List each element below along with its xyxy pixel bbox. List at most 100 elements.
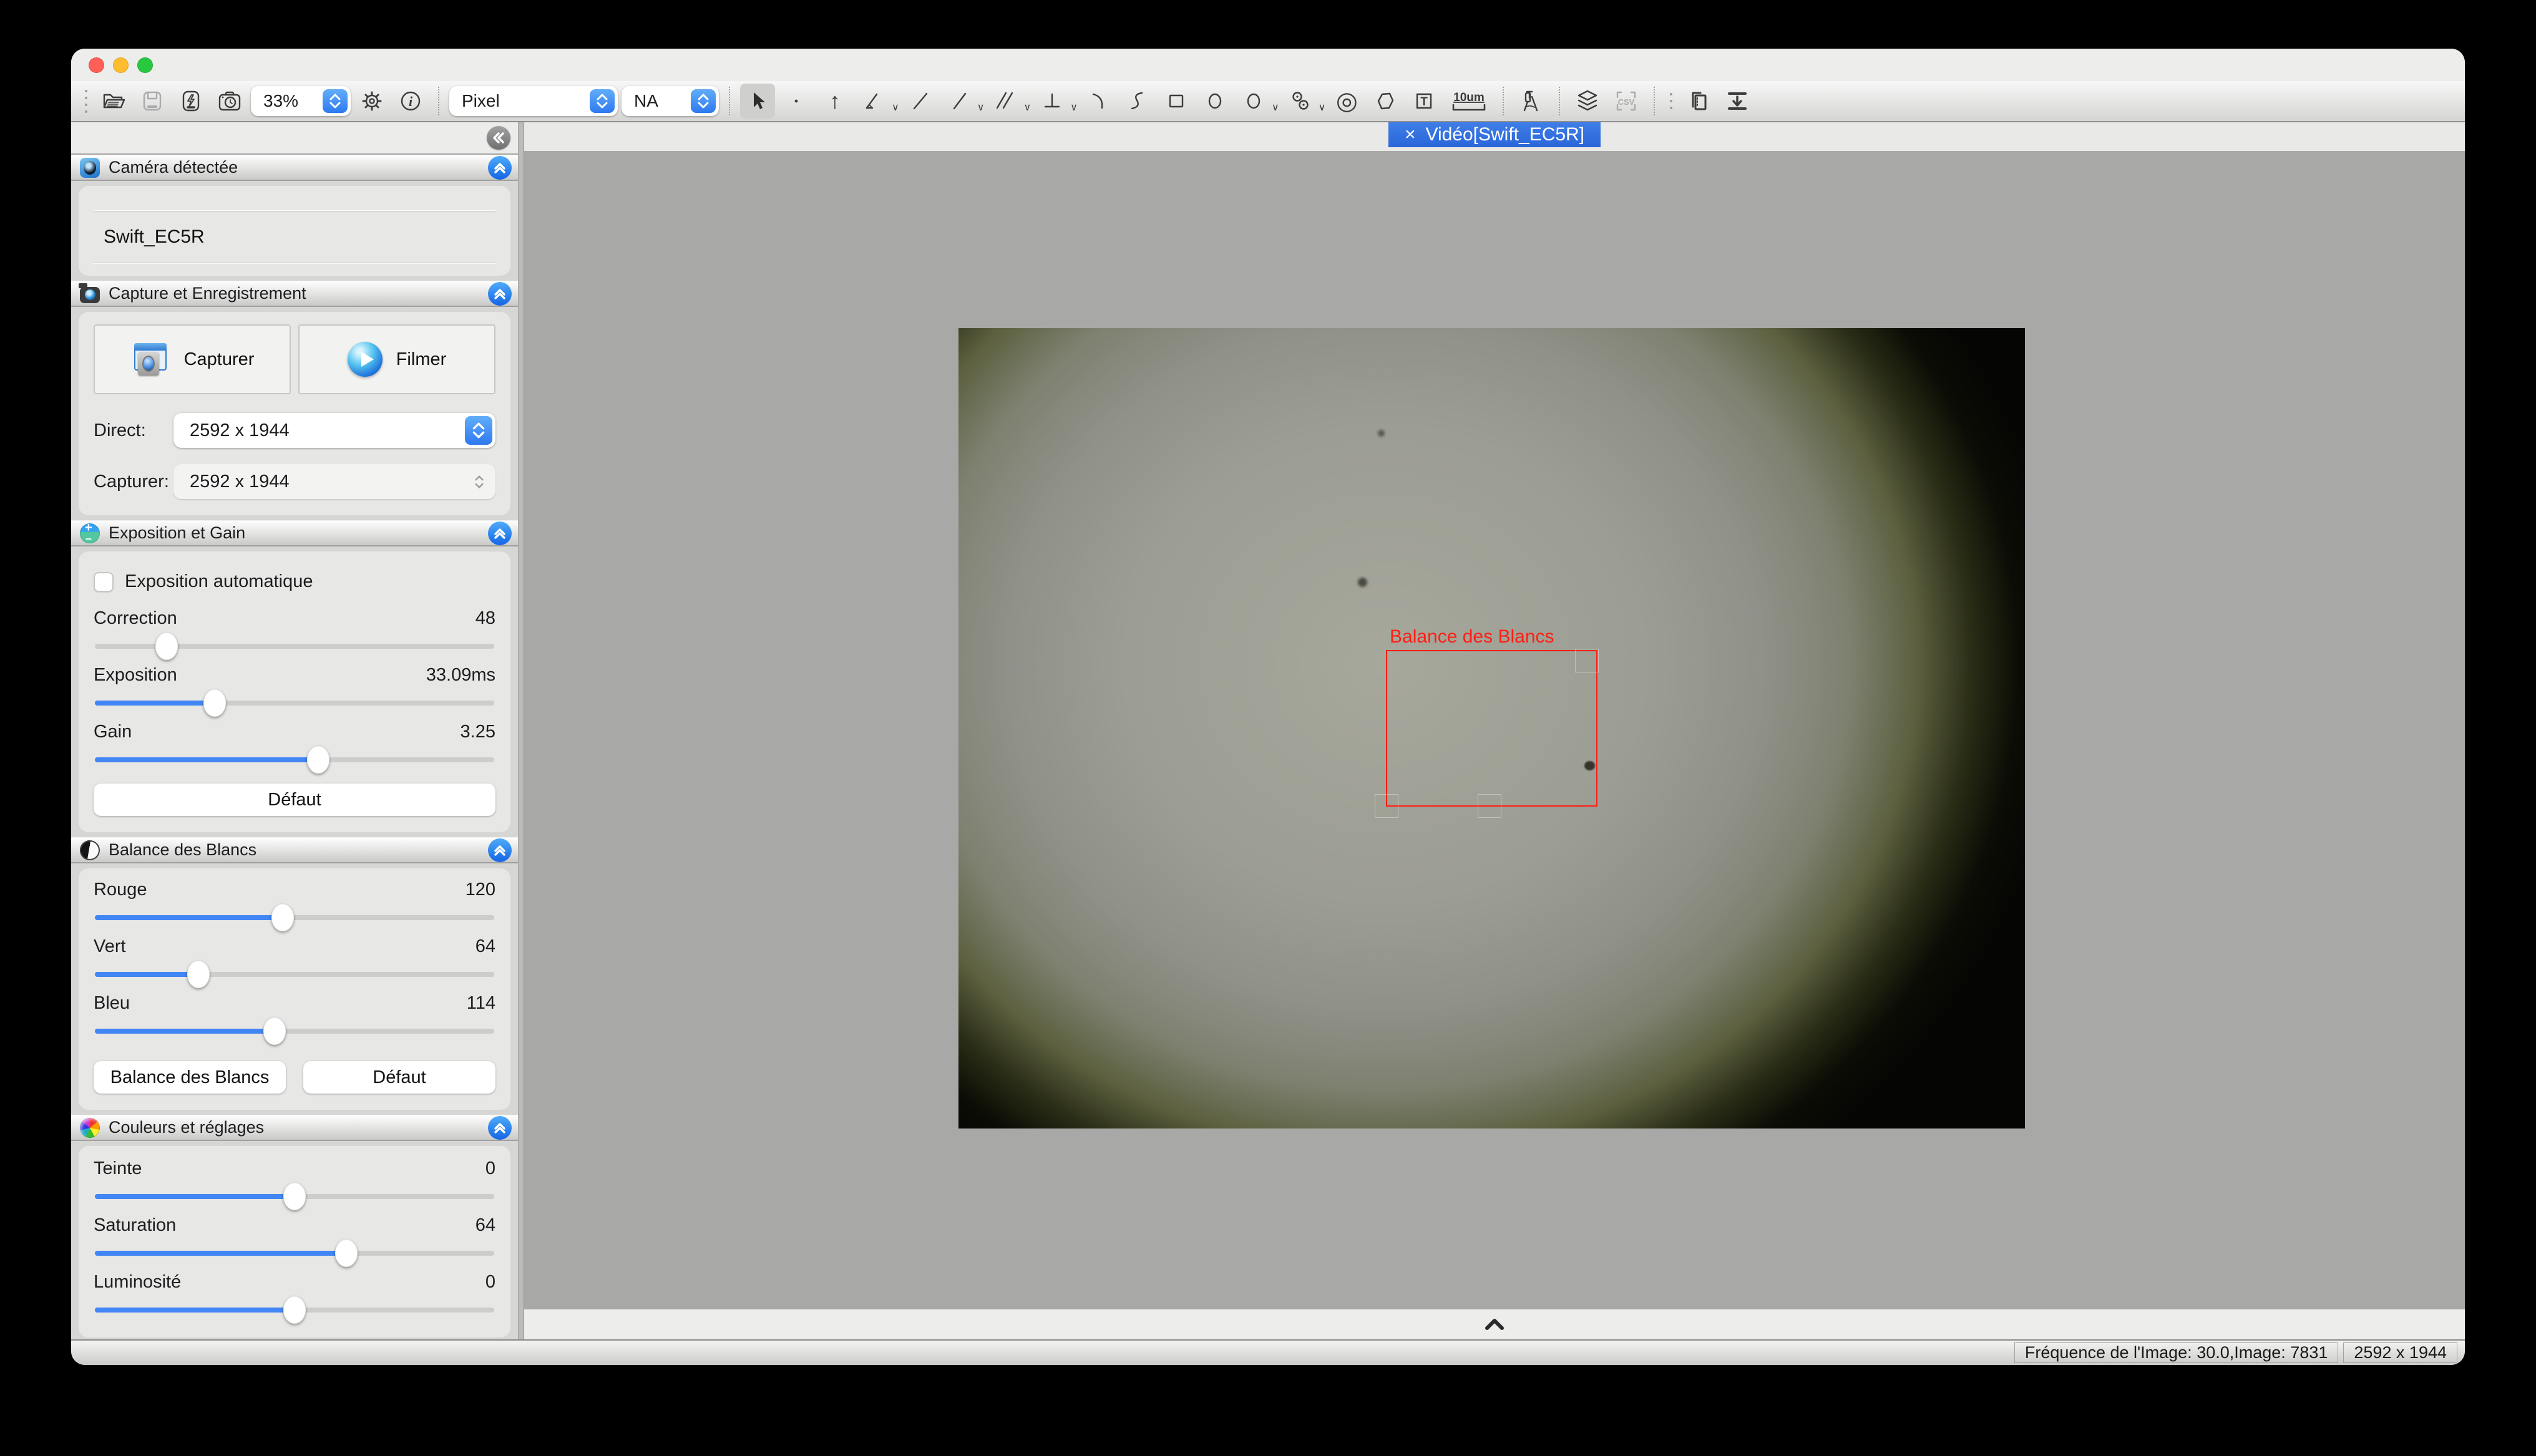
- close-tab-icon[interactable]: ×: [1405, 125, 1416, 144]
- camera-list-item[interactable]: Swift_EC5R: [94, 211, 495, 263]
- white-balance-roi[interactable]: [1386, 650, 1597, 807]
- panel-header-white-balance[interactable]: Balance des Blancs: [71, 837, 518, 863]
- live-video-frame: Balance des Blancs: [958, 328, 2025, 1128]
- camera-flash-icon[interactable]: [173, 84, 208, 119]
- unit-select[interactable]: Pixel: [449, 86, 618, 116]
- exposure-default-button[interactable]: Défaut: [94, 784, 495, 816]
- resolution-text: 2592 x 1944: [2354, 1343, 2447, 1362]
- circle-tool-icon[interactable]: [1236, 84, 1271, 119]
- slider-thumb[interactable]: [95, 757, 318, 762]
- layers-icon[interactable]: [1570, 84, 1605, 119]
- capture-button[interactable]: Capturer: [94, 324, 291, 394]
- line-options-tool[interactable]: ∨: [942, 84, 985, 119]
- text-tool-icon[interactable]: T: [1407, 84, 1441, 119]
- slider-thumb[interactable]: [95, 1194, 295, 1199]
- blue-slider[interactable]: [95, 1029, 494, 1034]
- stepper-icon[interactable]: [590, 89, 615, 113]
- collapse-panel-button[interactable]: [488, 156, 512, 180]
- line-tool-icon[interactable]: [903, 84, 938, 119]
- export-icon[interactable]: [1720, 84, 1755, 119]
- collapse-panel-button[interactable]: [488, 1116, 512, 1140]
- sidebar-collapse-button[interactable]: [487, 126, 510, 150]
- zoom-window-button[interactable]: [137, 57, 153, 73]
- collapse-panel-button[interactable]: [488, 522, 512, 545]
- saturation-label: Saturation: [94, 1215, 176, 1236]
- slider-thumb[interactable]: [95, 972, 198, 977]
- green-label: Vert: [94, 936, 126, 957]
- white-balance-button[interactable]: Balance des Blancs: [94, 1061, 286, 1094]
- live-resolution-select[interactable]: 2592 x 1944: [173, 413, 495, 448]
- na-select[interactable]: NA: [622, 86, 719, 116]
- cursor-tool-icon[interactable]: [740, 84, 775, 119]
- panel-body-colors: Teinte 0 Saturation 64 Luminosité: [71, 1141, 518, 1339]
- red-slider[interactable]: [95, 915, 494, 920]
- sidebar-resize-handle[interactable]: [518, 122, 524, 1339]
- slider-thumb[interactable]: [95, 1251, 346, 1256]
- slider-thumb[interactable]: [95, 1308, 295, 1313]
- line-options-tool-icon[interactable]: [942, 84, 977, 119]
- gear-icon[interactable]: [354, 84, 389, 119]
- scale-bar-icon[interactable]: 10um: [1445, 84, 1493, 119]
- roi-resize-handle[interactable]: [1375, 794, 1398, 818]
- stepper-icon[interactable]: [691, 89, 716, 113]
- arrow-tool-icon[interactable]: ↑: [817, 84, 852, 119]
- toolbar-separator: [729, 87, 730, 115]
- frame-info-cell: Fréquence de l'Image: 30.0,Image: 7831: [2014, 1342, 2338, 1363]
- collapse-panel-button[interactable]: [488, 282, 512, 306]
- open-folder-icon[interactable]: [96, 84, 131, 119]
- polygon-tool-icon[interactable]: [1368, 84, 1403, 119]
- slider-thumb[interactable]: [95, 644, 167, 649]
- dust-speck: [1358, 578, 1367, 587]
- point-tool-icon[interactable]: [779, 84, 814, 119]
- zoom-level-select[interactable]: 33%: [251, 86, 351, 116]
- correction-slider[interactable]: [95, 644, 494, 649]
- zoom-level-value: 33%: [263, 91, 298, 111]
- panel-header-exposure[interactable]: Exposition et Gain: [71, 520, 518, 546]
- video-tab[interactable]: × Vidéo[Swift_EC5R]: [1388, 122, 1601, 147]
- curve-tool-icon[interactable]: [1120, 84, 1155, 119]
- svg-text:i: i: [409, 94, 413, 109]
- angle-tool-icon[interactable]: [856, 84, 891, 119]
- close-window-button[interactable]: [89, 57, 104, 73]
- ellipse-tool-icon[interactable]: [1197, 84, 1232, 119]
- perpendicular-tool[interactable]: ∨: [1035, 84, 1078, 119]
- blue-value: 114: [467, 993, 495, 1014]
- annulus-tool-icon[interactable]: [1283, 84, 1318, 119]
- circle-tool[interactable]: ∨: [1236, 84, 1279, 119]
- parallel-lines-icon[interactable]: [988, 84, 1023, 119]
- panel-header-camera-detected[interactable]: Caméra détectée: [71, 155, 518, 181]
- slider-thumb[interactable]: [95, 701, 215, 706]
- rectangle-tool-icon[interactable]: [1159, 84, 1194, 119]
- bottom-panel-toggle[interactable]: [524, 1309, 2465, 1339]
- exposure-slider[interactable]: [95, 701, 494, 706]
- brightness-slider[interactable]: [95, 1308, 494, 1313]
- saturation-slider[interactable]: [95, 1251, 494, 1256]
- roi-resize-handle[interactable]: [1478, 794, 1501, 818]
- perpendicular-icon[interactable]: [1035, 84, 1070, 119]
- stepper-icon[interactable]: [465, 416, 492, 445]
- angle-tool[interactable]: ∨: [856, 84, 899, 119]
- slider-thumb[interactable]: [95, 915, 283, 920]
- roi-resize-handle[interactable]: [1575, 649, 1599, 672]
- slider-thumb[interactable]: [95, 1029, 275, 1034]
- camera-timer-icon[interactable]: [212, 84, 247, 119]
- record-button[interactable]: Filmer: [298, 324, 495, 394]
- gain-slider[interactable]: [95, 757, 494, 762]
- arc-tool-icon[interactable]: [1081, 84, 1116, 119]
- video-tab-label: Vidéo[Swift_EC5R]: [1425, 124, 1584, 145]
- minimize-window-button[interactable]: [113, 57, 129, 73]
- annulus-tool[interactable]: ∨: [1283, 84, 1326, 119]
- green-slider[interactable]: [95, 972, 494, 977]
- panel-header-colors[interactable]: Couleurs et réglages: [71, 1115, 518, 1141]
- concentric-circles-icon[interactable]: ◎: [1329, 84, 1364, 119]
- collapse-panel-button[interactable]: [488, 838, 512, 862]
- stepper-icon[interactable]: [323, 89, 348, 113]
- copy-icon[interactable]: [1681, 84, 1716, 119]
- white-balance-default-button[interactable]: Défaut: [303, 1061, 495, 1094]
- panel-header-capture[interactable]: Capture et Enregistrement: [71, 281, 518, 307]
- auto-exposure-checkbox[interactable]: [94, 572, 114, 592]
- info-icon[interactable]: i: [393, 84, 428, 119]
- hue-slider[interactable]: [95, 1194, 494, 1199]
- caliper-icon[interactable]: [1514, 84, 1549, 119]
- parallel-lines-tool[interactable]: ∨: [988, 84, 1031, 119]
